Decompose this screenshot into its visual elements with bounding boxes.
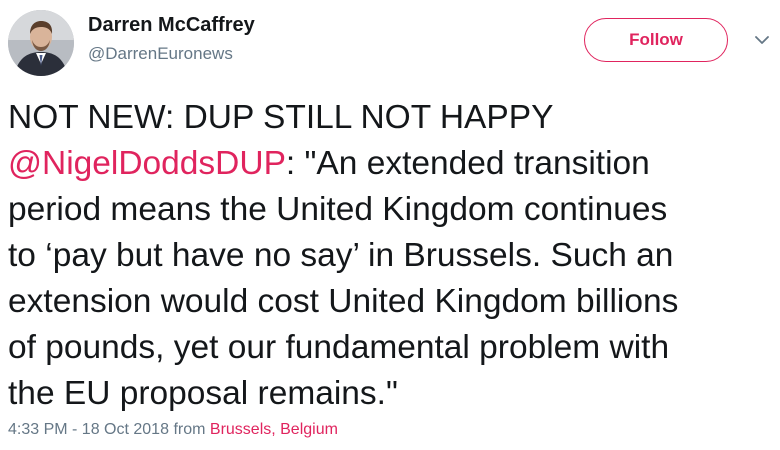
tweet-line: @NigelDoddsDUP: "An extended transition bbox=[8, 141, 776, 187]
chevron-down-icon[interactable] bbox=[752, 30, 772, 50]
tweet-line: NOT NEW: DUP STILL NOT HAPPY bbox=[8, 99, 554, 136]
tweet-line: to ‘pay but have no say’ in Brussels. Su… bbox=[8, 237, 674, 274]
from-label: from bbox=[173, 421, 206, 438]
tweet-line: extension would cost United Kingdom bill… bbox=[8, 283, 679, 320]
tweet-card: Darren McCaffrey @DarrenEuronews Follow … bbox=[0, 0, 780, 450]
timestamp[interactable]: 4:33 PM - 18 Oct 2018 bbox=[8, 421, 169, 438]
avatar[interactable] bbox=[8, 10, 74, 76]
tweet-line: period means the United Kingdom continue… bbox=[8, 191, 668, 228]
tweet-text: NOT NEW: DUP STILL NOT HAPPY @NigelDodds… bbox=[8, 95, 776, 417]
tweet-line: of pounds, yet our fundamental problem w… bbox=[8, 329, 670, 366]
author-display-name[interactable]: Darren McCaffrey bbox=[88, 14, 255, 37]
profile-photo bbox=[8, 10, 74, 76]
author-handle[interactable]: @DarrenEuronews bbox=[88, 44, 233, 64]
tweet-line-text: : "An extended transition bbox=[285, 145, 650, 182]
tweet-meta: 4:33 PM - 18 Oct 2018 from Brussels, Bel… bbox=[8, 421, 338, 439]
tweet-line: the EU proposal remains." bbox=[8, 375, 398, 412]
mention-link[interactable]: @NigelDoddsDUP bbox=[8, 145, 286, 182]
follow-button[interactable]: Follow bbox=[584, 18, 728, 62]
location-link[interactable]: Brussels, Belgium bbox=[210, 421, 338, 438]
